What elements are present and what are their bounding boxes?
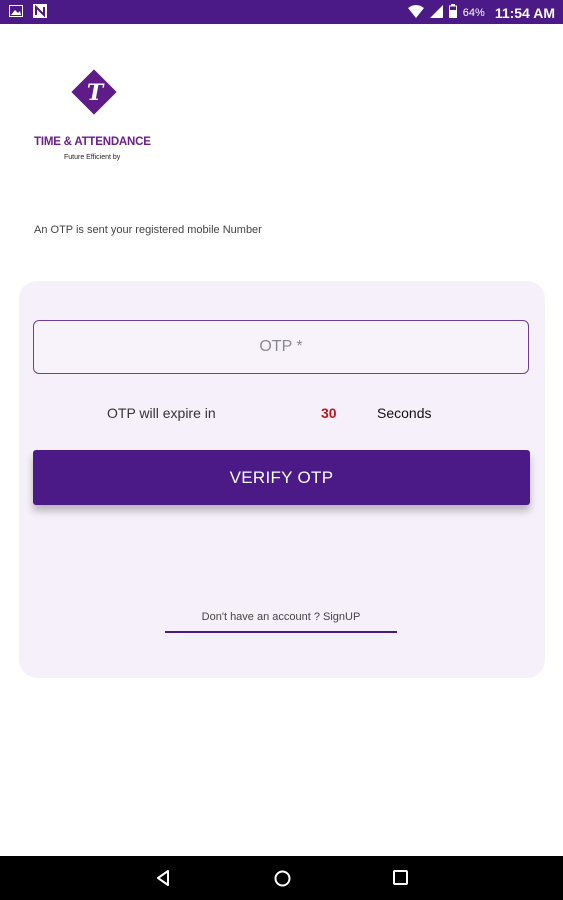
otp-expire-unit: Seconds bbox=[377, 405, 432, 421]
logo-tagline: Future Efficient by bbox=[64, 154, 121, 161]
n-icon bbox=[33, 4, 47, 21]
home-icon[interactable] bbox=[274, 870, 291, 892]
verify-otp-button[interactable]: VERIFY OTP bbox=[33, 450, 530, 505]
clock: 11:54 AM bbox=[494, 4, 555, 21]
otp-expire-row: OTP will expire in 30 Seconds bbox=[19, 405, 545, 425]
signal-icon bbox=[429, 4, 443, 21]
navigation-bar bbox=[0, 856, 563, 900]
recent-apps-icon[interactable] bbox=[393, 870, 408, 890]
logo-title: TIME & ATTENDANCE bbox=[34, 136, 151, 148]
app-logo: T TIME & ATTENDANCE Future Efficient by bbox=[34, 66, 154, 170]
back-icon[interactable] bbox=[155, 870, 171, 891]
otp-expire-label: OTP will expire in bbox=[107, 405, 216, 421]
otp-countdown: 30 bbox=[321, 405, 337, 421]
battery-icon bbox=[448, 4, 457, 21]
otp-input[interactable] bbox=[33, 320, 529, 374]
image-icon bbox=[9, 5, 23, 20]
otp-card: OTP will expire in 30 Seconds VERIFY OTP… bbox=[19, 281, 545, 678]
logo-letter: T bbox=[86, 80, 104, 106]
otp-sent-message: An OTP is sent your registered mobile Nu… bbox=[34, 224, 262, 236]
battery-percent: 64% bbox=[462, 6, 485, 19]
wifi-icon bbox=[407, 4, 424, 21]
signup-link[interactable]: Don't have an account ? SignUP bbox=[165, 611, 397, 633]
status-bar: 64% 11:54 AM bbox=[0, 0, 563, 24]
